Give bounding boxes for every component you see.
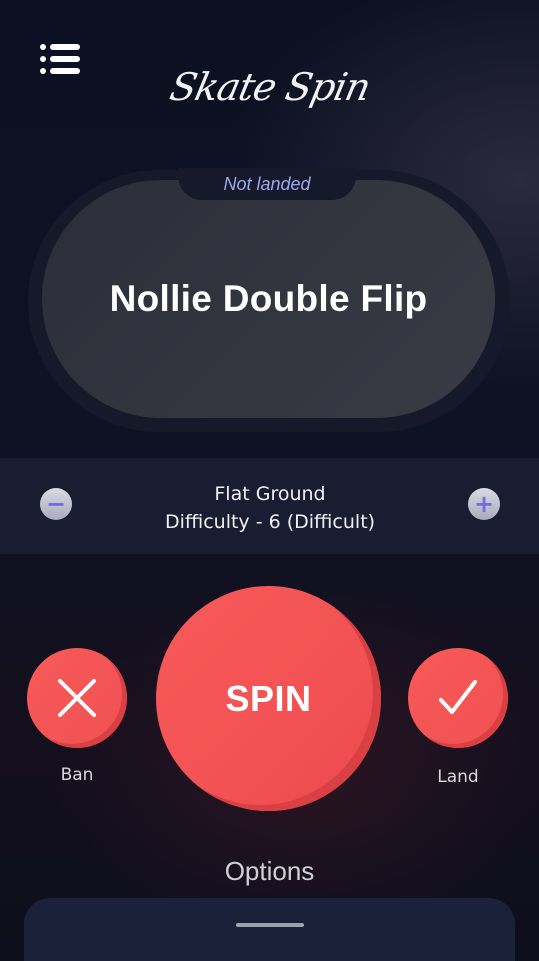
app-screen: Skate Spin Nollie Double Flip Not landed… <box>0 0 539 961</box>
menu-bar <box>50 68 80 74</box>
status-tab: Not landed <box>178 168 356 200</box>
difficulty-level: Difficulty - 6 (Difficult) <box>164 511 376 533</box>
menu-dot <box>40 56 46 62</box>
spin-button[interactable]: SPIN <box>156 586 381 811</box>
menu-bar <box>50 44 80 50</box>
plus-icon: + <box>473 490 495 518</box>
land-label: Land <box>437 767 479 787</box>
menu-dot <box>40 68 46 74</box>
options-title: Options <box>224 856 315 886</box>
drag-handle[interactable] <box>236 923 304 927</box>
close-icon <box>58 679 96 717</box>
spin-label: SPIN <box>225 677 312 719</box>
checkmark-icon <box>439 680 477 714</box>
ban-button[interactable] <box>27 648 127 748</box>
trick-name: Nollie Double Flip <box>109 278 428 319</box>
menu-bar <box>50 56 80 62</box>
difficulty-info: Flat Ground Difficulty - 6 (Difficult) <box>120 480 420 536</box>
hamburger-menu-icon[interactable] <box>40 43 82 75</box>
options-sheet[interactable] <box>24 898 515 961</box>
ban-label: Ban <box>60 765 94 785</box>
menu-dot <box>40 44 46 50</box>
landed-status: Not landed <box>223 173 311 194</box>
increase-difficulty-button[interactable]: + <box>468 488 500 520</box>
app-logo: Skate Spin <box>166 65 374 109</box>
terrain-label: Flat Ground <box>214 483 326 505</box>
trick-card: Nollie Double Flip <box>42 180 495 418</box>
minus-icon: − <box>45 490 67 518</box>
decrease-difficulty-button[interactable]: − <box>40 488 72 520</box>
land-button[interactable] <box>408 648 508 748</box>
